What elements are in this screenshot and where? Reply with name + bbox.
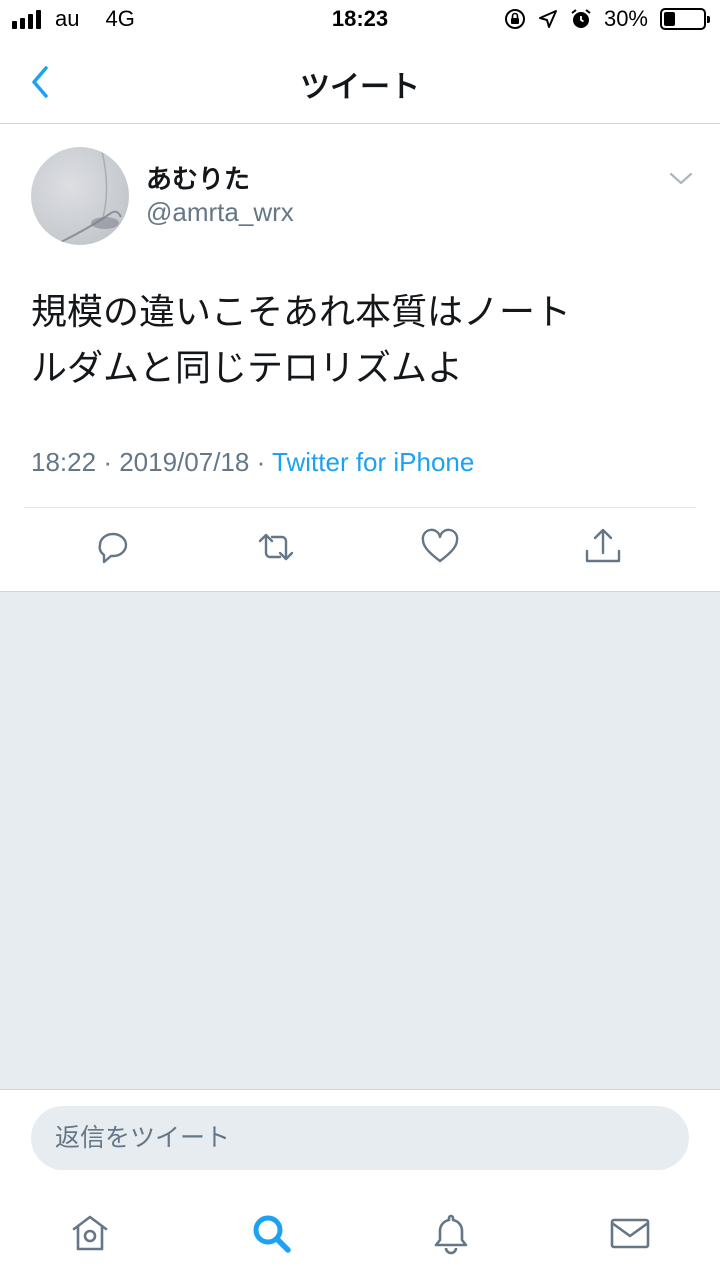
- nav-bar: ツイート: [0, 40, 720, 124]
- tab-bar: [0, 1189, 720, 1280]
- home-icon[interactable]: [68, 1211, 112, 1255]
- location-icon: [538, 10, 557, 28]
- tweet-meta: 18:22 · 2019/07/18 · Twitter for iPhone: [31, 447, 474, 478]
- reply-input[interactable]: 返信をツイート: [31, 1106, 689, 1170]
- like-icon[interactable]: [418, 525, 462, 569]
- reply-bar: 返信をツイート: [0, 1089, 720, 1189]
- divider: [24, 507, 696, 508]
- chevron-down-icon[interactable]: [668, 169, 694, 189]
- meta-separator: ·: [103, 447, 112, 477]
- tweet-text-line: 規模の違いこそあれ本質はノート: [31, 292, 572, 333]
- status-bar: au 4G 18:23 30%: [0, 0, 720, 40]
- battery-percent: 30%: [603, 6, 648, 31]
- tweet-actions: [0, 525, 720, 575]
- search-icon[interactable]: [249, 1211, 293, 1255]
- alarm-icon: [571, 9, 591, 28]
- notifications-icon[interactable]: [429, 1211, 473, 1255]
- tweet-text: 規模の違いこそあれ本質はノート ルダムと同じテロリズムよ: [31, 285, 681, 397]
- reply-icon[interactable]: [91, 525, 135, 569]
- messages-icon[interactable]: [608, 1211, 652, 1255]
- tweet-date: 2019/07/18: [119, 447, 250, 477]
- avatar-image: [60, 147, 122, 243]
- tweet-time: 18:22: [31, 447, 97, 477]
- page-title: ツイート: [300, 70, 420, 105]
- tweet-text-line: ルダムと同じテロリズムよ: [31, 348, 464, 389]
- tweet-detail: あむりた @amrta_wrx 規模の違いこそあれ本質はノート ルダムと同じテロ…: [0, 125, 720, 591]
- battery-icon: [660, 8, 710, 30]
- meta-separator: ·: [256, 447, 266, 477]
- display-name[interactable]: あむりた: [146, 159, 250, 196]
- replies-area: [0, 591, 720, 1089]
- tweet-source-link[interactable]: Twitter for iPhone: [272, 447, 474, 477]
- avatar[interactable]: [31, 147, 129, 245]
- retweet-icon[interactable]: [254, 525, 298, 569]
- battery-fill: [664, 12, 676, 26]
- rotation-lock-icon: [504, 9, 525, 29]
- status-right: 30%: [504, 6, 710, 32]
- share-icon[interactable]: [581, 525, 625, 569]
- user-handle[interactable]: @amrta_wrx: [146, 197, 294, 228]
